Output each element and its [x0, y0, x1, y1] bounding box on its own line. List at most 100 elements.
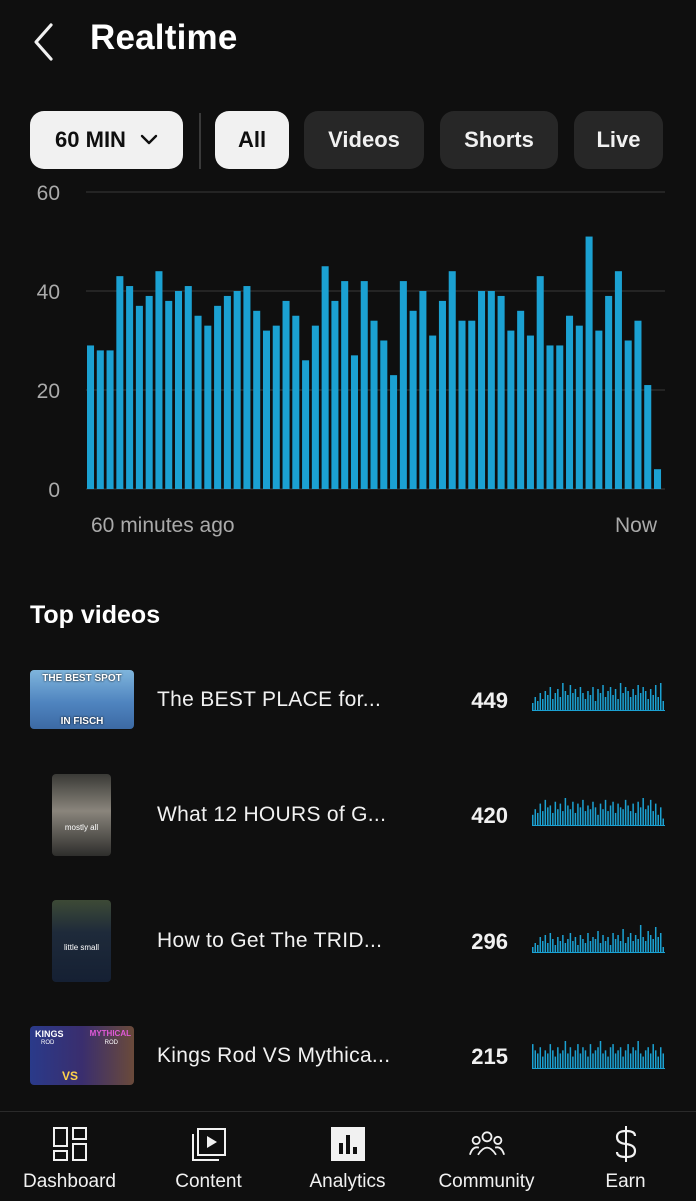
- sparkline-bar: [599, 803, 602, 826]
- sparkline-bar: [649, 935, 652, 953]
- sparkline-bar: [579, 935, 582, 953]
- chart-bar: [321, 266, 329, 489]
- chart-bar: [233, 291, 241, 489]
- sparkline-bar: [627, 691, 629, 711]
- sparkline-bar: [537, 1053, 539, 1069]
- sparkline-bar: [639, 925, 642, 953]
- thumbnail-text: ROD: [41, 1040, 55, 1046]
- chart-bar: [341, 281, 349, 489]
- sparkline-bar: [644, 809, 647, 826]
- nav-dashboard[interactable]: Dashboard: [0, 1112, 139, 1201]
- top-video-row[interactable]: little small How to Get The TRID... 296: [0, 890, 696, 990]
- chart-bar: [331, 300, 339, 489]
- community-icon: [468, 1126, 505, 1162]
- sparkline-bar: [632, 1047, 634, 1069]
- chip-live[interactable]: Live: [574, 111, 663, 169]
- sparkline-bar: [544, 935, 547, 953]
- sparkline-bar: [657, 937, 659, 953]
- thumbnail-text: mostly all: [64, 823, 99, 832]
- nav-label: Earn: [605, 1171, 646, 1192]
- chip-all[interactable]: All: [215, 111, 289, 169]
- chart-bar: [194, 315, 202, 489]
- sparkline-bar: [602, 935, 604, 953]
- time-range-dropdown[interactable]: 60 MIN: [30, 111, 183, 169]
- video-sparkline: [532, 925, 665, 953]
- sparkline-bar: [657, 1056, 659, 1069]
- sparkline-bar: [557, 937, 559, 953]
- chart-bar: [507, 330, 515, 489]
- nav-content[interactable]: Content: [139, 1112, 278, 1201]
- chart-bar: [311, 325, 319, 489]
- chart-bar: [214, 305, 222, 489]
- sparkline-bar: [569, 933, 572, 953]
- sparkline-bar: [542, 941, 544, 953]
- sparkline-bar: [609, 1047, 612, 1069]
- sparkline-bar: [562, 811, 564, 826]
- top-video-row[interactable]: THE BEST SPOT IN FISCH The BEST PLACE fo…: [0, 650, 696, 750]
- sparkline-bar: [634, 695, 637, 711]
- y-tick-label: 60: [37, 182, 60, 205]
- nav-community[interactable]: Community: [417, 1112, 556, 1201]
- chart-bar: [409, 310, 417, 489]
- sparkline-bar: [599, 943, 602, 953]
- chart-bar: [556, 345, 564, 489]
- sparkline-bar: [554, 945, 557, 953]
- top-video-row[interactable]: KINGS ROD VS MYTHICAL ROD Kings Rod VS M…: [0, 1006, 696, 1106]
- video-views: 215: [471, 1044, 508, 1069]
- chip-videos[interactable]: Videos: [304, 111, 424, 169]
- sparkline-bar: [584, 1050, 587, 1069]
- sparkline-bar: [537, 701, 539, 711]
- sparkline-bar: [627, 937, 629, 953]
- video-views: 449: [471, 688, 508, 713]
- chart-bar: [448, 271, 456, 489]
- chart-bar: [634, 320, 642, 489]
- nav-earn[interactable]: Earn: [556, 1112, 695, 1201]
- chip-shorts[interactable]: Shorts: [440, 111, 558, 169]
- sparkline-bar: [534, 1050, 537, 1069]
- sparkline-bar: [569, 685, 572, 711]
- sparkline-bar: [617, 1050, 619, 1069]
- sparkline-bar: [567, 695, 569, 711]
- sparkline-bar: [604, 799, 607, 826]
- sparkline-bar: [647, 805, 649, 826]
- sparkline-bar: [619, 1047, 622, 1069]
- chart-bar: [272, 325, 280, 489]
- sparkline-bar: [614, 689, 617, 711]
- sparkline-bar: [559, 1053, 562, 1069]
- chart-bar: [243, 286, 251, 489]
- chart-bar: [585, 236, 593, 489]
- back-button[interactable]: [22, 20, 66, 64]
- thumbnail-text: MYTHICAL: [89, 1029, 131, 1038]
- video-thumbnail: mostly all: [52, 774, 111, 856]
- chart-bar: [116, 276, 124, 489]
- top-video-row[interactable]: mostly all What 12 HOURS of G... 420: [0, 765, 696, 865]
- sparkline-bar: [662, 947, 664, 953]
- sparkline-bar: [544, 691, 547, 711]
- sparkline-bar: [642, 687, 644, 711]
- sparkline-bar: [567, 805, 569, 826]
- sparkline-bar: [534, 697, 537, 711]
- realtime-chart: 0 20 40 60: [0, 172, 696, 552]
- chart-bar: [458, 320, 466, 489]
- sparkline-bar: [652, 1044, 654, 1069]
- sparkline-bar: [607, 691, 609, 711]
- sparkline-bar: [574, 812, 577, 826]
- nav-analytics[interactable]: Analytics: [278, 1112, 417, 1201]
- chart-bar: [106, 350, 114, 489]
- sparkline-bar: [654, 803, 657, 826]
- header: Realtime: [0, 0, 696, 84]
- sparkline-bar: [649, 689, 652, 711]
- sparkline-bar: [569, 1047, 572, 1069]
- sparkline-bar: [589, 695, 592, 711]
- sparkline-bar: [589, 809, 592, 826]
- sparkline-bar: [607, 811, 609, 826]
- sparkline-bar: [564, 943, 567, 953]
- sparkline-bar: [614, 1053, 617, 1069]
- sparkline-bar: [612, 1044, 614, 1069]
- sparkline-bar: [577, 945, 579, 953]
- content-icon: [191, 1126, 227, 1162]
- page-title: Realtime: [90, 18, 238, 57]
- sparkline-bar: [559, 803, 562, 826]
- nav-label: Analytics: [309, 1171, 386, 1192]
- sparkline-bar: [559, 697, 562, 711]
